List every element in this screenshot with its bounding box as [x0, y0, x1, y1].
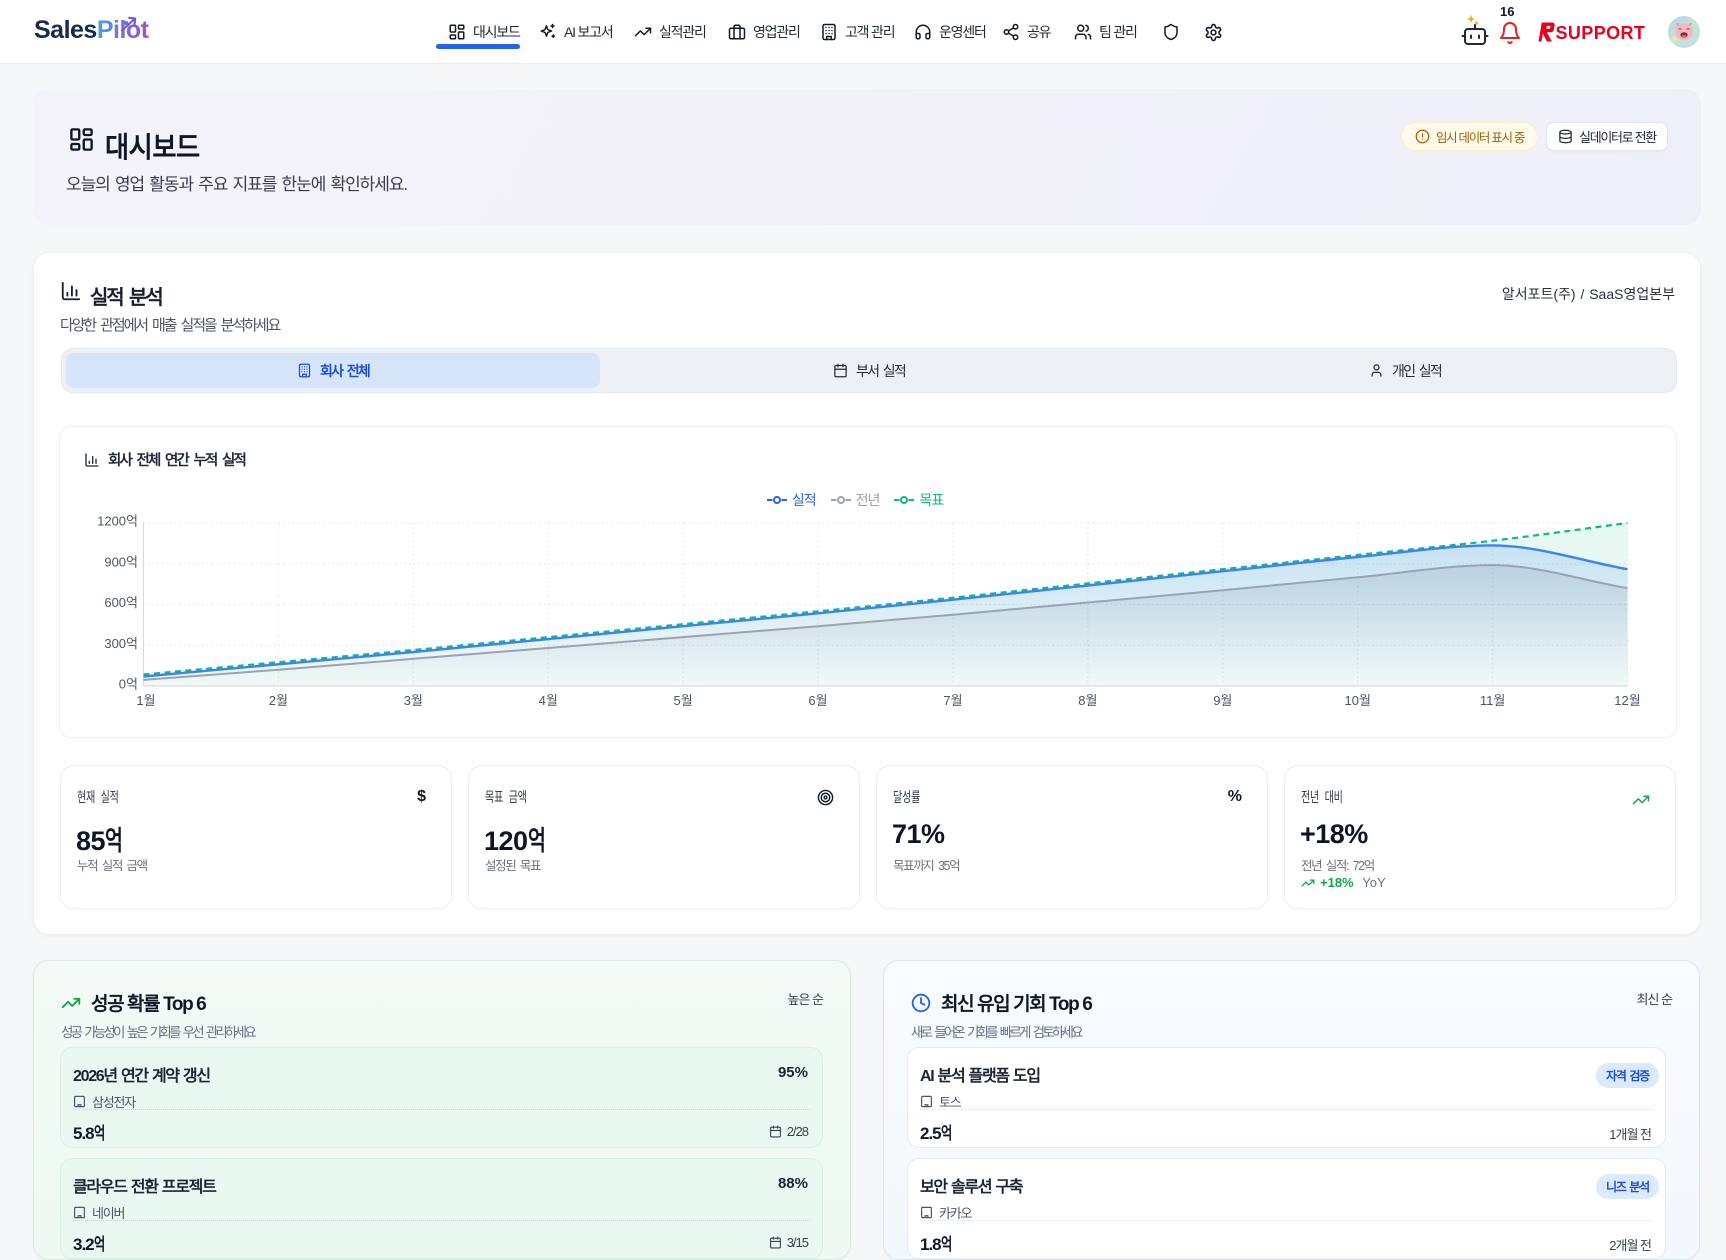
svg-text:7월: 7월 — [943, 693, 962, 708]
svg-text:10월: 10월 — [1344, 693, 1370, 708]
svg-text:12월: 12월 — [1614, 693, 1640, 708]
svg-text:6월: 6월 — [808, 693, 827, 708]
svg-text:8월: 8월 — [1078, 693, 1097, 708]
svg-text:9월: 9월 — [1213, 693, 1232, 708]
svg-text:SUPPORT: SUPPORT — [1556, 23, 1646, 43]
svg-text:2월: 2월 — [269, 693, 288, 708]
svg-text:11월: 11월 — [1480, 693, 1505, 708]
svg-text:4월: 4월 — [539, 693, 558, 708]
svg-text:0억: 0억 — [119, 677, 138, 692]
svg-text:1200억: 1200억 — [97, 514, 138, 529]
svg-text:900억: 900억 — [104, 554, 138, 569]
svg-text:300억: 300억 — [104, 636, 138, 651]
svg-text:1월: 1월 — [136, 693, 155, 708]
svg-text:3월: 3월 — [404, 693, 423, 708]
svg-text:5월: 5월 — [673, 693, 692, 708]
svg-text:600억: 600억 — [104, 595, 138, 610]
